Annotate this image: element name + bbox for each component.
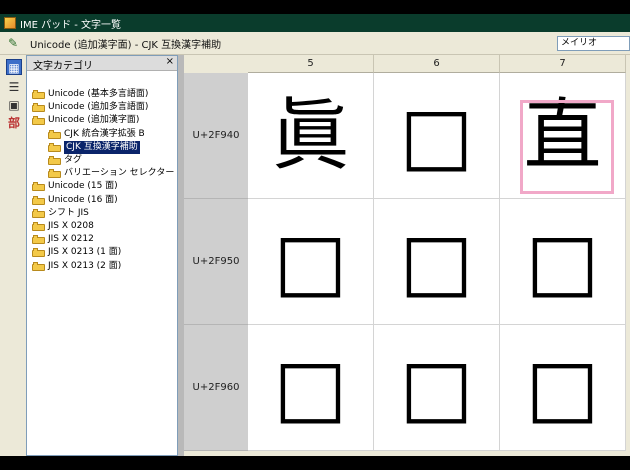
category-item[interactable]: Unicode (追加多言語面)	[32, 101, 148, 114]
category-item[interactable]: Unicode (15 面)	[32, 180, 118, 193]
ime-app-icon	[4, 17, 16, 29]
folder-icon	[32, 208, 45, 218]
character-cell[interactable]: □	[248, 199, 374, 325]
category-panel: 文字カテゴリ × Unicode (基本多言語面) Unicode (追加多言語面…	[26, 55, 178, 456]
category-item-label: JIS X 0212	[48, 234, 94, 245]
character-cell[interactable]: □	[374, 73, 500, 199]
character-cell[interactable]: □	[374, 199, 500, 325]
column-header: 5	[248, 55, 374, 73]
pencil-icon[interactable]: ✎	[6, 36, 20, 50]
category-item-label: Unicode (16 面)	[48, 194, 118, 205]
category-item[interactable]: CJK 統合漢字拡張 B	[48, 128, 145, 141]
category-item-label: Unicode (追加多言語面)	[48, 102, 149, 113]
character-glyph: □	[399, 216, 474, 307]
mode-strip: ▦ ☰ ▣ 部	[0, 55, 26, 456]
character-glyph: □	[399, 342, 474, 433]
category-item-label: JIS X 0213 (2 面)	[48, 260, 122, 271]
bottom-bar	[0, 456, 630, 470]
category-item[interactable]: Unicode (基本多言語面)	[32, 88, 148, 101]
character-glyph: 眞	[271, 90, 350, 181]
title-bar[interactable]: IME パッド - 文字一覧	[0, 14, 630, 32]
category-item[interactable]: JIS X 0213 (1 面)	[32, 246, 121, 259]
column-header: 7	[500, 55, 626, 73]
column-header: 6	[374, 55, 500, 73]
ime-pad-window: IME パッド - 文字一覧 ✎ Unicode (追加漢字面) - CJK 互…	[0, 14, 630, 456]
folder-icon	[32, 103, 45, 113]
folder-icon	[32, 90, 45, 99]
category-item[interactable]: Unicode (16 面)	[32, 194, 118, 207]
strokes-icon[interactable]: ☰	[6, 79, 22, 95]
folder-icon	[48, 129, 61, 139]
folder-icon	[32, 116, 45, 126]
folder-icon	[48, 169, 61, 179]
category-item[interactable]: シフト JIS	[32, 207, 89, 220]
character-cell[interactable]: 眞	[248, 73, 374, 199]
row-header: U+2F950	[184, 199, 248, 325]
category-item[interactable]: JIS X 0213 (2 面)	[32, 260, 121, 273]
category-item-label: CJK 統合漢字拡張 B	[64, 128, 145, 139]
character-glyph: 直	[523, 90, 602, 181]
character-cell[interactable]: □	[500, 325, 626, 451]
category-item-label: Unicode (基本多言語面)	[48, 89, 149, 99]
folder-icon	[32, 235, 45, 245]
category-item[interactable]: タグ	[48, 154, 82, 167]
category-item[interactable]: バリエーション セレクター	[48, 167, 174, 180]
category-item-label: バリエーション セレクター	[64, 168, 175, 179]
category-item-label: タグ	[64, 155, 83, 165]
category-item[interactable]: JIS X 0212	[32, 233, 94, 246]
toolbar: ✎ Unicode (追加漢字面) - CJK 互換漢字補助 メイリオ	[0, 32, 630, 55]
character-cell[interactable]: □	[500, 199, 626, 325]
grid-left-margin	[178, 55, 184, 456]
character-cell[interactable]: 直	[500, 73, 626, 199]
character-glyph: □	[399, 90, 474, 181]
character-glyph: □	[525, 342, 600, 433]
category-item[interactable]: JIS X 0208	[32, 220, 94, 233]
character-glyph: □	[273, 216, 348, 307]
folder-icon	[32, 182, 45, 192]
window-title: IME パッド - 文字一覧	[20, 19, 122, 31]
category-item-label: Unicode (15 面)	[48, 181, 118, 192]
character-grid: 5 6 7 U+2F940 眞 □ 直 U+2F950 □ □ □ U+2F960 □ □ □	[178, 55, 630, 456]
character-glyph: □	[273, 342, 348, 433]
category-item-label: JIS X 0213 (1 面)	[48, 247, 122, 258]
row-header: U+2F940	[184, 73, 248, 199]
folder-icon	[48, 156, 61, 165]
close-icon[interactable]: ×	[166, 56, 174, 67]
character-cell[interactable]: □	[248, 325, 374, 451]
character-cell[interactable]: □	[374, 325, 500, 451]
font-select[interactable]: メイリオ	[557, 36, 630, 51]
category-item[interactable]: CJK 互換漢字補助	[48, 140, 140, 154]
character-glyph: □	[525, 216, 600, 307]
folder-icon	[48, 142, 61, 152]
category-item-label: シフト JIS	[48, 207, 89, 218]
category-header: 文字カテゴリ ×	[27, 56, 177, 72]
folder-icon	[32, 195, 45, 205]
folder-icon	[32, 261, 45, 271]
category-item-label: Unicode (追加漢字面)	[48, 115, 140, 126]
category-header-label: 文字カテゴリ	[33, 61, 93, 72]
folder-icon	[32, 248, 45, 258]
grid-icon[interactable]: ▦	[6, 59, 22, 75]
radical-icon[interactable]: 部	[6, 115, 22, 131]
row-header: U+2F960	[184, 325, 248, 451]
category-item-label: CJK 互換漢字補助	[64, 140, 140, 154]
breadcrumb: Unicode (追加漢字面) - CJK 互換漢字補助	[30, 40, 222, 51]
category-item[interactable]: Unicode (追加漢字面)	[32, 114, 139, 127]
screen-icon[interactable]: ▣	[6, 97, 22, 113]
folder-icon	[32, 222, 45, 231]
category-item-label: JIS X 0208	[48, 221, 94, 231]
